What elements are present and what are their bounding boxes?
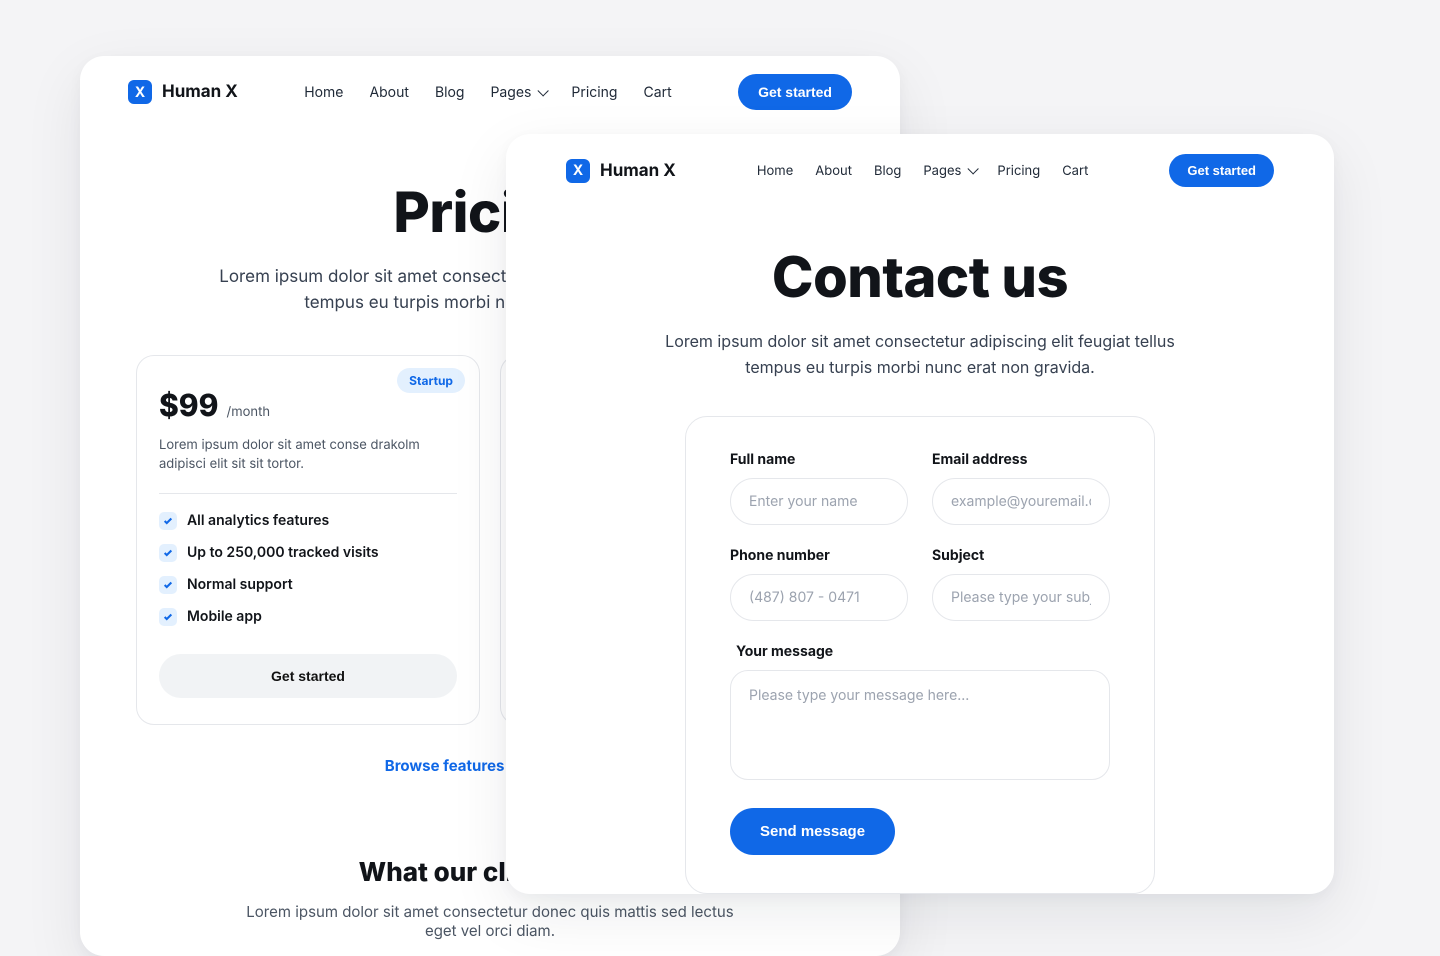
- input-email[interactable]: [932, 478, 1110, 525]
- contact-hero: Contact us Lorem ipsum dolor sit amet co…: [506, 187, 1334, 380]
- nav-cta-button[interactable]: Get started: [738, 74, 852, 110]
- nav-pricing[interactable]: Pricing: [571, 84, 617, 101]
- input-subject[interactable]: [932, 574, 1110, 621]
- label-message: Your message: [730, 643, 1110, 660]
- brand[interactable]: X Human X: [566, 159, 676, 183]
- brand-name: Human X: [600, 161, 676, 181]
- feature-text: Up to 250,000 tracked visits: [187, 544, 379, 561]
- logo-icon: X: [128, 80, 152, 104]
- feature-item: Normal support: [159, 576, 457, 594]
- feature-item: Mobile app: [159, 608, 457, 626]
- nav-about[interactable]: About: [815, 163, 852, 179]
- plan-cta-button[interactable]: Get started: [159, 654, 457, 698]
- contact-page-panel: X Human X Home About Blog Pages Pricing …: [506, 134, 1334, 894]
- feature-item: All analytics features: [159, 512, 457, 530]
- field-email: Email address: [932, 451, 1110, 525]
- nav-pages[interactable]: Pages: [923, 163, 975, 179]
- logo-icon: X: [566, 159, 590, 183]
- contact-form: Full name Email address Phone number Sub…: [685, 416, 1155, 894]
- label-phone: Phone number: [730, 547, 908, 564]
- plan-desc: Lorem ipsum dolor sit amet conse drakolm…: [159, 436, 457, 475]
- check-icon: [159, 608, 177, 626]
- check-icon: [159, 544, 177, 562]
- nav-cart[interactable]: Cart: [644, 84, 672, 101]
- contact-title: Contact us: [586, 243, 1254, 311]
- nav-pricing[interactable]: Pricing: [997, 163, 1040, 179]
- field-subject: Subject: [932, 547, 1110, 621]
- feature-text: Mobile app: [187, 608, 262, 625]
- send-message-button[interactable]: Send message: [730, 808, 895, 855]
- field-phone: Phone number: [730, 547, 908, 621]
- label-name: Full name: [730, 451, 908, 468]
- divider: [159, 493, 457, 494]
- check-icon: [159, 576, 177, 594]
- nav-cart[interactable]: Cart: [1062, 163, 1088, 179]
- field-name: Full name: [730, 451, 908, 525]
- plan-features: All analytics features Up to 250,000 tra…: [159, 512, 457, 626]
- nav-home[interactable]: Home: [757, 163, 793, 179]
- plan-card-startup: Startup $99 /month Lorem ipsum dolor sit…: [136, 355, 480, 725]
- nav-about[interactable]: About: [369, 84, 408, 101]
- label-subject: Subject: [932, 547, 1110, 564]
- field-message: Your message: [730, 643, 1110, 780]
- feature-item: Up to 250,000 tracked visits: [159, 544, 457, 562]
- brand[interactable]: X Human X: [128, 80, 238, 104]
- nav-blog[interactable]: Blog: [874, 163, 901, 179]
- feature-text: All analytics features: [187, 512, 329, 529]
- nav-cta-button[interactable]: Get started: [1169, 154, 1274, 187]
- input-message[interactable]: [730, 670, 1110, 780]
- plan-badge: Startup: [397, 368, 465, 393]
- feature-text: Normal support: [187, 576, 293, 593]
- plan-period: /month: [227, 404, 271, 424]
- contact-subtitle: Lorem ipsum dolor sit amet consectetur a…: [660, 329, 1180, 380]
- nav-pages[interactable]: Pages: [490, 84, 545, 101]
- nav-bar: X Human X Home About Blog Pages Pricing …: [506, 134, 1334, 187]
- plan-price: $99: [159, 388, 219, 424]
- nav-links: Home About Blog Pages Pricing Cart: [304, 84, 671, 101]
- input-name[interactable]: [730, 478, 908, 525]
- nav-home[interactable]: Home: [304, 84, 343, 101]
- brand-name: Human X: [162, 82, 238, 102]
- nav-bar: X Human X Home About Blog Pages Pricing …: [80, 56, 900, 110]
- testimonials-subtitle: Lorem ipsum dolor sit amet consectetur d…: [230, 902, 750, 940]
- price-row: $99 /month: [159, 388, 457, 424]
- nav-links: Home About Blog Pages Pricing Cart: [757, 163, 1089, 179]
- nav-blog[interactable]: Blog: [435, 84, 465, 101]
- check-icon: [159, 512, 177, 530]
- label-email: Email address: [932, 451, 1110, 468]
- input-phone[interactable]: [730, 574, 908, 621]
